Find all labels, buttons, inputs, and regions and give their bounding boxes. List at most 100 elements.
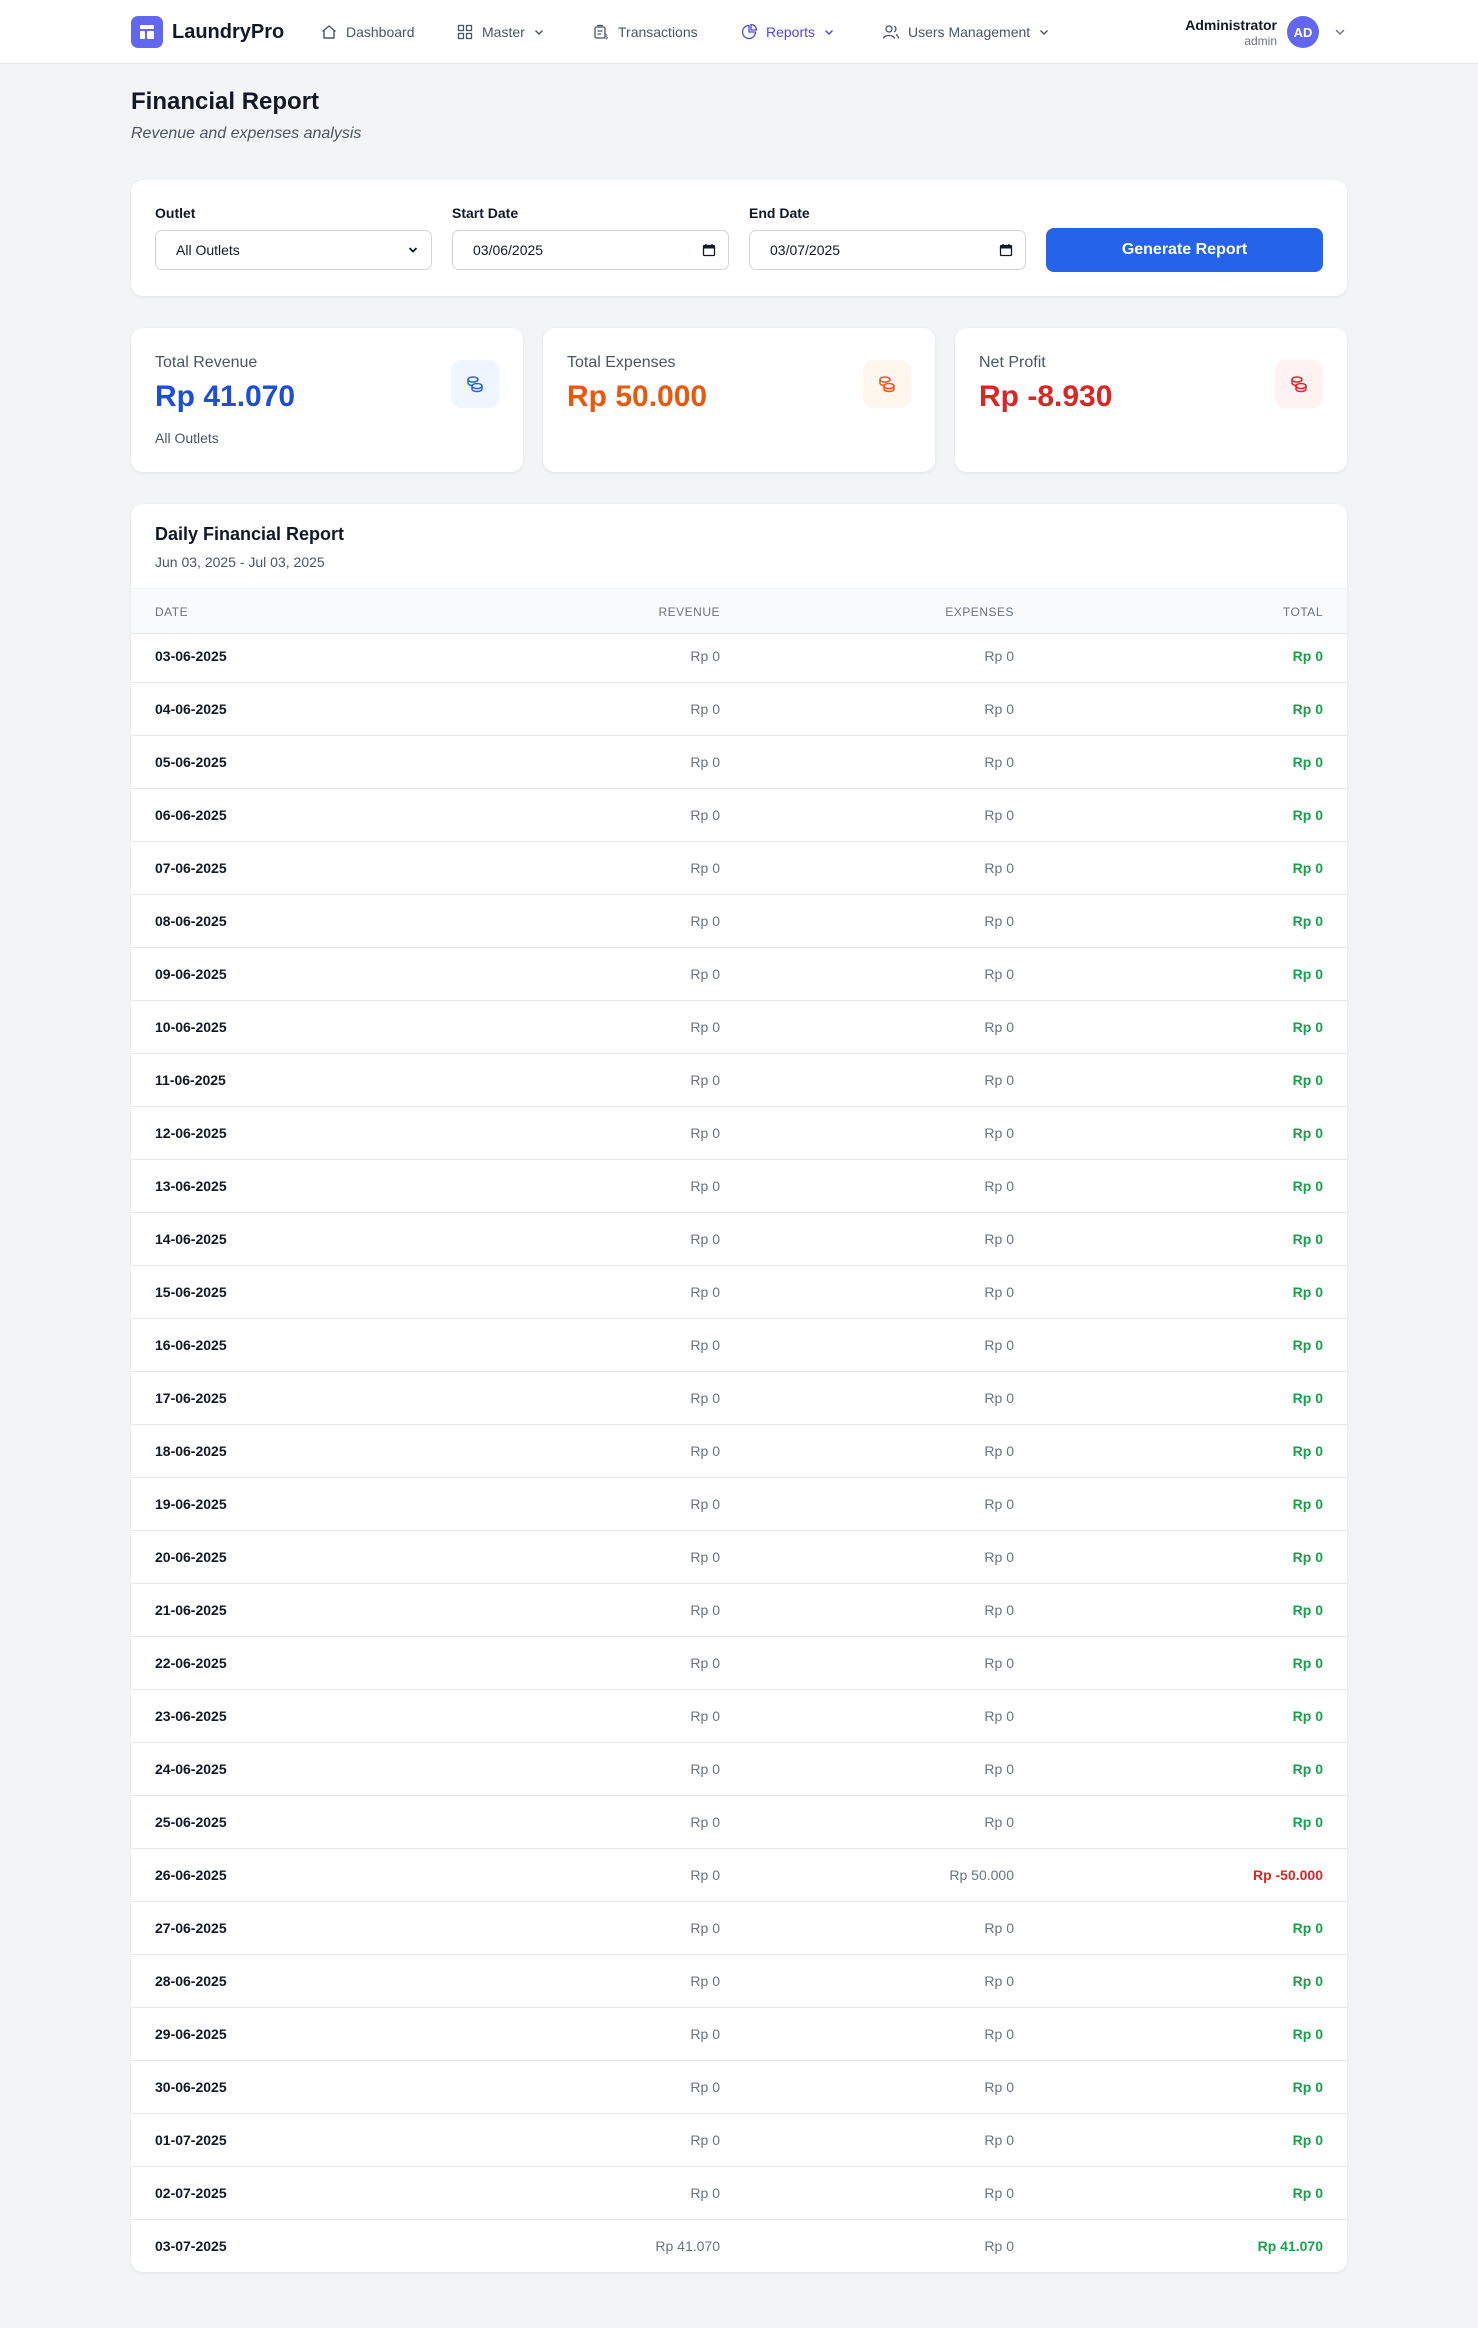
cell-total: Rp 0	[1292, 701, 1323, 717]
cell-expenses: Rp 50.000	[949, 1867, 1014, 1883]
net-profit-value: Rp -8.930	[979, 380, 1113, 413]
cell-date: 09-06-2025	[155, 966, 227, 982]
cell-date: 17-06-2025	[155, 1390, 227, 1406]
total-revenue-value: Rp 41.070	[155, 380, 296, 413]
generate-report-button[interactable]: Generate Report	[1046, 228, 1323, 272]
column-header-total: TOTAL	[1282, 605, 1323, 619]
cell-total: Rp 41.070	[1257, 2238, 1323, 2254]
nav-transactions[interactable]: $ Transactions	[592, 20, 698, 44]
outlet-select[interactable]: All Outlets	[155, 230, 432, 270]
table-row: 03-07-2025 Rp 41.070 Rp 0 Rp 41.070	[131, 2220, 1347, 2272]
total-expenses-label: Total Expenses	[567, 354, 676, 371]
cell-expenses: Rp 0	[984, 2185, 1014, 2201]
coins-icon	[451, 360, 499, 408]
cell-revenue: Rp 0	[690, 701, 720, 717]
cell-revenue: Rp 0	[690, 1973, 720, 1989]
cell-date: 03-06-2025	[155, 648, 227, 664]
user-menu[interactable]: Administrator admin AD	[1185, 14, 1347, 50]
nav-users-management[interactable]: Users Management	[882, 20, 1050, 44]
table-row: 11-06-2025 Rp 0 Rp 0 Rp 0	[131, 1054, 1347, 1107]
cell-total: Rp 0	[1292, 648, 1323, 664]
cell-total: Rp 0	[1292, 2079, 1323, 2095]
cell-expenses: Rp 0	[984, 1549, 1014, 1565]
avatar[interactable]: AD	[1287, 16, 1319, 48]
cell-expenses: Rp 0	[984, 1231, 1014, 1247]
chevron-down-icon	[825, 30, 834, 35]
table-row: 04-06-2025 Rp 0 Rp 0 Rp 0	[131, 683, 1347, 736]
home-icon	[322, 25, 336, 39]
table-row: 21-06-2025 Rp 0 Rp 0 Rp 0	[131, 1584, 1347, 1637]
cell-revenue: Rp 0	[690, 1602, 720, 1618]
cell-revenue: Rp 0	[690, 754, 720, 770]
cell-date: 26-06-2025	[155, 1867, 227, 1883]
total-expenses-card: Total Expenses Rp 50.000	[543, 328, 935, 472]
cell-total: Rp 0	[1292, 1973, 1323, 1989]
cell-date: 11-06-2025	[155, 1072, 226, 1088]
cell-total: Rp 0	[1292, 807, 1323, 823]
total-expenses-value: Rp 50.000	[567, 380, 708, 413]
cell-total: Rp 0	[1292, 1602, 1323, 1618]
cell-expenses: Rp 0	[984, 2132, 1014, 2148]
table-row: 13-06-2025 Rp 0 Rp 0 Rp 0	[131, 1160, 1347, 1213]
table-header: DATE REVENUE EXPENSES TOTAL	[131, 588, 1347, 634]
brand[interactable]: LaundryPro	[131, 16, 284, 48]
cell-date: 10-06-2025	[155, 1019, 227, 1035]
calendar-icon[interactable]	[999, 243, 1013, 257]
cell-expenses: Rp 0	[984, 807, 1014, 823]
table-row: 17-06-2025 Rp 0 Rp 0 Rp 0	[131, 1372, 1347, 1425]
coins-icon	[1275, 360, 1323, 408]
start-date-label: Start Date	[452, 205, 519, 221]
cell-expenses: Rp 0	[984, 1920, 1014, 1936]
nav-dashboard[interactable]: Dashboard	[320, 20, 415, 44]
cell-revenue: Rp 0	[690, 1655, 720, 1671]
brand-name: LaundryPro	[172, 20, 285, 43]
cell-date: 04-06-2025	[155, 701, 227, 717]
cell-date: 15-06-2025	[155, 1284, 227, 1300]
cell-revenue: Rp 0	[690, 1867, 720, 1883]
calendar-icon[interactable]	[702, 243, 716, 257]
cell-total: Rp 0	[1292, 860, 1323, 876]
table-row: 29-06-2025 Rp 0 Rp 0 Rp 0	[131, 2008, 1347, 2061]
outlet-select-value: All Outlets	[176, 242, 240, 258]
table-row: 26-06-2025 Rp 0 Rp 50.000 Rp -50.000	[131, 1849, 1347, 1902]
users-icon	[882, 25, 900, 39]
nav-master[interactable]: Master	[456, 20, 545, 44]
table-row: 05-06-2025 Rp 0 Rp 0 Rp 0	[131, 736, 1347, 789]
cell-revenue: Rp 0	[690, 860, 720, 876]
start-date-input[interactable]: 03/06/2025	[452, 230, 729, 270]
cell-date: 02-07-2025	[155, 2185, 227, 2201]
table-row: 22-06-2025 Rp 0 Rp 0 Rp 0	[131, 1637, 1347, 1690]
cell-date: 13-06-2025	[155, 1178, 227, 1194]
cell-expenses: Rp 0	[984, 701, 1014, 717]
cell-revenue: Rp 0	[690, 2079, 720, 2095]
end-date-input[interactable]: 03/07/2025	[749, 230, 1026, 270]
cell-revenue: Rp 0	[690, 966, 720, 982]
cell-revenue: Rp 0	[690, 1496, 720, 1512]
table-row: 25-06-2025 Rp 0 Rp 0 Rp 0	[131, 1796, 1347, 1849]
cell-revenue: Rp 0	[690, 1019, 720, 1035]
nav-reports[interactable]: Reports	[740, 20, 835, 44]
chevron-down-icon[interactable]	[1333, 25, 1347, 39]
pie-chart-icon	[741, 23, 758, 40]
cell-date: 06-06-2025	[155, 807, 227, 823]
cell-revenue: Rp 0	[690, 807, 720, 823]
user-name: Administrator	[1185, 16, 1277, 33]
cell-total: Rp 0	[1292, 1019, 1323, 1035]
cell-date: 24-06-2025	[155, 1761, 227, 1777]
cell-date: 22-06-2025	[155, 1655, 227, 1671]
cell-expenses: Rp 0	[984, 1814, 1014, 1830]
cell-total: Rp 0	[1292, 754, 1323, 770]
laundry-logo-icon	[131, 16, 163, 48]
nav-master-label: Master	[482, 24, 525, 40]
cell-total: Rp 0	[1292, 966, 1323, 982]
cell-date: 28-06-2025	[155, 1973, 227, 1989]
cell-expenses: Rp 0	[984, 1284, 1014, 1300]
cell-total: Rp 0	[1292, 1390, 1323, 1406]
total-revenue-label: Total Revenue	[155, 354, 258, 371]
cell-expenses: Rp 0	[984, 1973, 1014, 1989]
column-header-date: DATE	[155, 605, 189, 619]
cell-total: Rp 0	[1292, 1920, 1323, 1936]
cell-revenue: Rp 0	[690, 2132, 720, 2148]
cell-date: 07-06-2025	[155, 860, 227, 876]
end-date-field: End Date 03/07/2025	[749, 204, 1026, 270]
